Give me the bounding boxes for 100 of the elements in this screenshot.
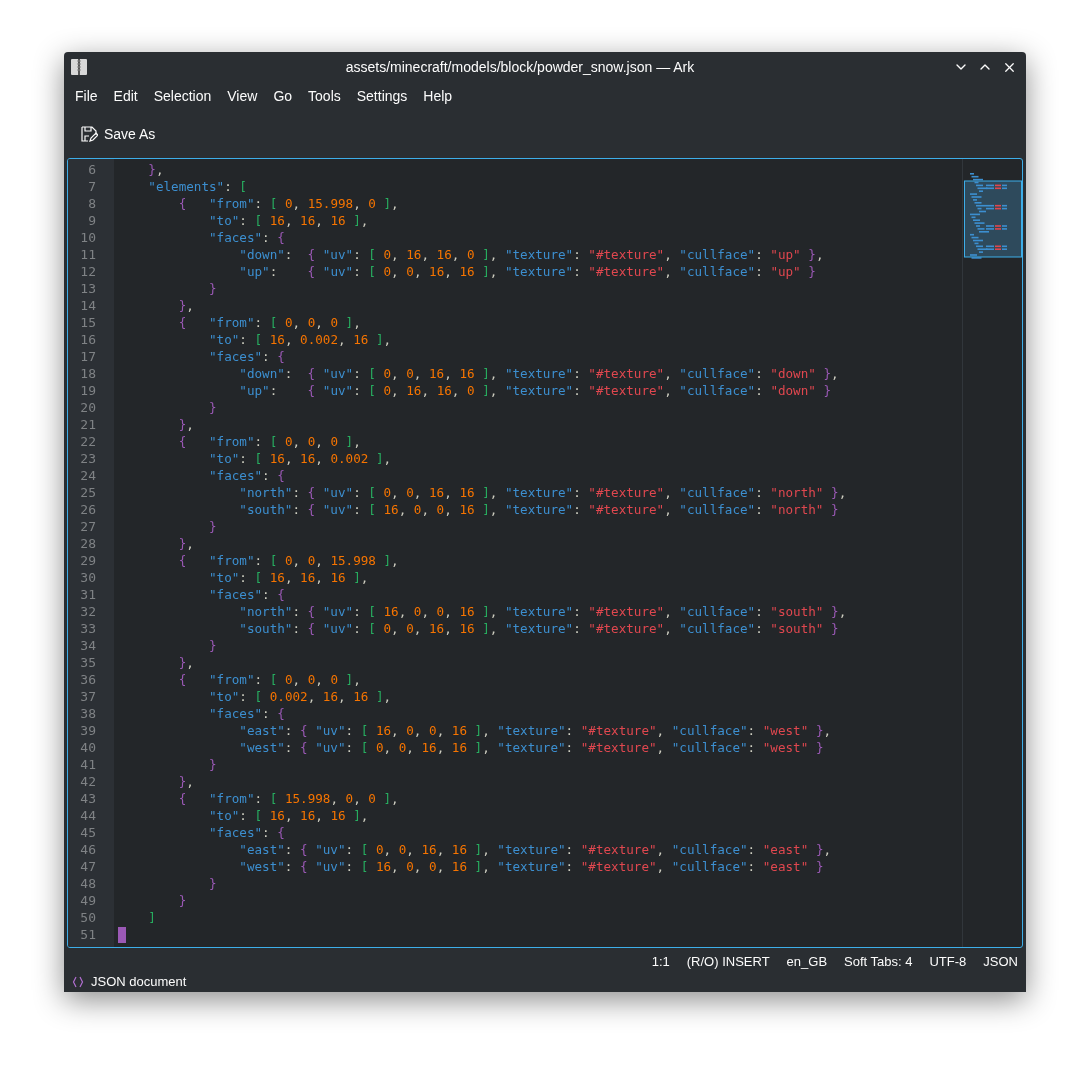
line-number: 20 — [79, 399, 97, 416]
status-item[interactable]: 1:1 — [651, 952, 670, 972]
line-number: 27 — [79, 518, 97, 535]
code-line: { "from": [ 0, 0, 15.998 ], — [177, 552, 399, 569]
line-number: 19 — [79, 382, 97, 399]
code-line: "south": { "uv": [ 0, 0, 16, 16 ], "texture": "#texture", "cullface": "south" } — [238, 620, 839, 637]
code-line: "west": { "uv": [ 16, 0, 0, 16 ], "texture": "#texture", "cullface": "east" } — [238, 858, 824, 875]
code-line: { "from": [ 0, 0, 0 ], — [177, 314, 361, 331]
line-number: 12 — [79, 263, 97, 280]
code-line: "faces": { — [208, 467, 285, 484]
line-number: 17 — [79, 348, 97, 365]
code-line: "west": { "uv": [ 0, 0, 16, 16 ], "texture": "#texture", "cullface": "west" } — [238, 739, 824, 756]
code-line: "to": [ 16, 16, 16 ], — [208, 212, 369, 229]
code-line: } — [208, 637, 217, 654]
status-item[interactable]: Soft Tabs: 4 — [844, 952, 913, 972]
code-line: "south": { "uv": [ 16, 0, 0, 16 ], "texture": "#texture", "cullface": "north" } — [238, 501, 839, 518]
status-item[interactable]: (R/O) INSERT — [686, 952, 770, 972]
line-number: 10 — [79, 229, 97, 246]
code-line: "up": { "uv": [ 0, 16, 16, 0 ], "texture": "#texture", "cullface": "down" } — [238, 382, 832, 399]
menu-item[interactable]: Tools — [300, 84, 349, 108]
save-as-button[interactable]: Save As — [78, 119, 158, 149]
code-line: { "from": [ 0, 0, 0 ], — [177, 433, 361, 450]
line-number: 24 — [79, 467, 97, 484]
code-line: "faces": { — [208, 705, 285, 722]
code-line: }, — [177, 654, 194, 671]
code-line: } — [208, 518, 217, 535]
line-number: 41 — [79, 756, 97, 773]
menu-item[interactable]: File — [67, 84, 106, 108]
code-line: "up": { "uv": [ 0, 0, 16, 16 ], "texture": "#texture", "cullface": "up" } — [238, 263, 816, 280]
code-editor[interactable] — [67, 158, 1023, 948]
code-line: ] — [147, 909, 156, 926]
code-line: "faces": { — [208, 348, 285, 365]
code-line: "down": { "uv": [ 0, 16, 16, 0 ], "texture": "#texture", "cullface": "up" }, — [238, 246, 824, 263]
line-number: 43 — [79, 790, 97, 807]
code-line: }, — [147, 161, 164, 178]
menu-item[interactable]: Settings — [348, 84, 416, 108]
code-line: "to": [ 16, 16, 16 ], — [208, 807, 369, 824]
line-number: 22 — [79, 433, 97, 450]
line-number: 35 — [79, 654, 97, 671]
line-number: 46 — [79, 841, 97, 858]
code-line: "north": { "uv": [ 16, 0, 0, 16 ], "texture": "#texture", "cullface": "south" }, — [238, 603, 847, 620]
line-number: 47 — [79, 858, 97, 875]
line-number: 15 — [79, 314, 97, 331]
code-line: { "from": [ 0, 0, 0 ], — [177, 671, 361, 688]
code-line: "down": { "uv": [ 0, 0, 16, 16 ], "texture": "#texture", "cullface": "down" }, — [238, 365, 839, 382]
line-number: 36 — [79, 671, 97, 688]
menu-item[interactable]: Edit — [105, 84, 146, 108]
line-number: 21 — [79, 416, 97, 433]
code-line: "north": { "uv": [ 0, 0, 16, 16 ], "texture": "#texture", "cullface": "north" }, — [238, 484, 847, 501]
code-line: "to": [ 16, 16, 0.002 ], — [208, 450, 392, 467]
code-line: } — [208, 280, 217, 297]
line-number: 44 — [79, 807, 97, 824]
code-line: "faces": { — [208, 586, 285, 603]
line-number: 37 — [79, 688, 97, 705]
mode-label[interactable]: JSON document — [91, 972, 187, 992]
code-line: "faces": { — [208, 229, 285, 246]
line-number: 25 — [79, 484, 97, 501]
line-number: 18 — [79, 365, 97, 382]
line-number: 45 — [79, 824, 97, 841]
status-item[interactable]: JSON — [983, 952, 1018, 972]
code-line: }, — [177, 416, 194, 433]
code-line: } — [208, 756, 217, 773]
code-line: "east": { "uv": [ 16, 0, 0, 16 ], "texture": "#texture", "cullface": "west" }, — [238, 722, 832, 739]
line-number: 7 — [87, 178, 97, 195]
menu-item[interactable]: View — [219, 84, 266, 108]
line-number: 29 — [79, 552, 97, 569]
line-number: 16 — [79, 331, 97, 348]
line-number: 28 — [79, 535, 97, 552]
menu-item[interactable]: Go — [265, 84, 301, 108]
code-line: }, — [177, 535, 194, 552]
line-number: 32 — [79, 603, 97, 620]
status-item[interactable]: en_GB — [786, 952, 828, 972]
line-number: 48 — [79, 875, 97, 892]
status-item[interactable]: UTF-8 — [929, 952, 967, 972]
code-line: { "from": [ 0, 15.998, 0 ], — [177, 195, 399, 212]
line-number: 23 — [79, 450, 97, 467]
code-line: "elements": [ — [147, 178, 247, 195]
line-number: 6 — [87, 161, 97, 178]
line-number: 33 — [79, 620, 97, 637]
code-line: } — [177, 892, 187, 909]
line-number: 9 — [87, 212, 97, 229]
line-number: 8 — [87, 195, 97, 212]
line-number: 31 — [79, 586, 97, 603]
line-number: 26 — [79, 501, 97, 518]
line-number: 49 — [79, 892, 97, 909]
code-line: } — [208, 875, 217, 892]
line-number: 40 — [79, 739, 97, 756]
menu-item[interactable]: Selection — [145, 84, 220, 108]
line-number: 50 — [79, 909, 97, 926]
line-number: 34 — [79, 637, 97, 654]
code-line: } — [208, 399, 217, 416]
code-line: }, — [177, 297, 194, 314]
line-number: 42 — [79, 773, 97, 790]
menu-item[interactable]: Help — [415, 84, 461, 108]
line-number: 11 — [79, 246, 97, 263]
line-number: 51 — [79, 926, 97, 943]
code-line: "east": { "uv": [ 0, 0, 16, 16 ], "texture": "#texture", "cullface": "east" }, — [238, 841, 832, 858]
code-line: { "from": [ 15.998, 0, 0 ], — [177, 790, 399, 807]
text-cursor — [118, 926, 126, 943]
braces-icon — [72, 976, 84, 988]
